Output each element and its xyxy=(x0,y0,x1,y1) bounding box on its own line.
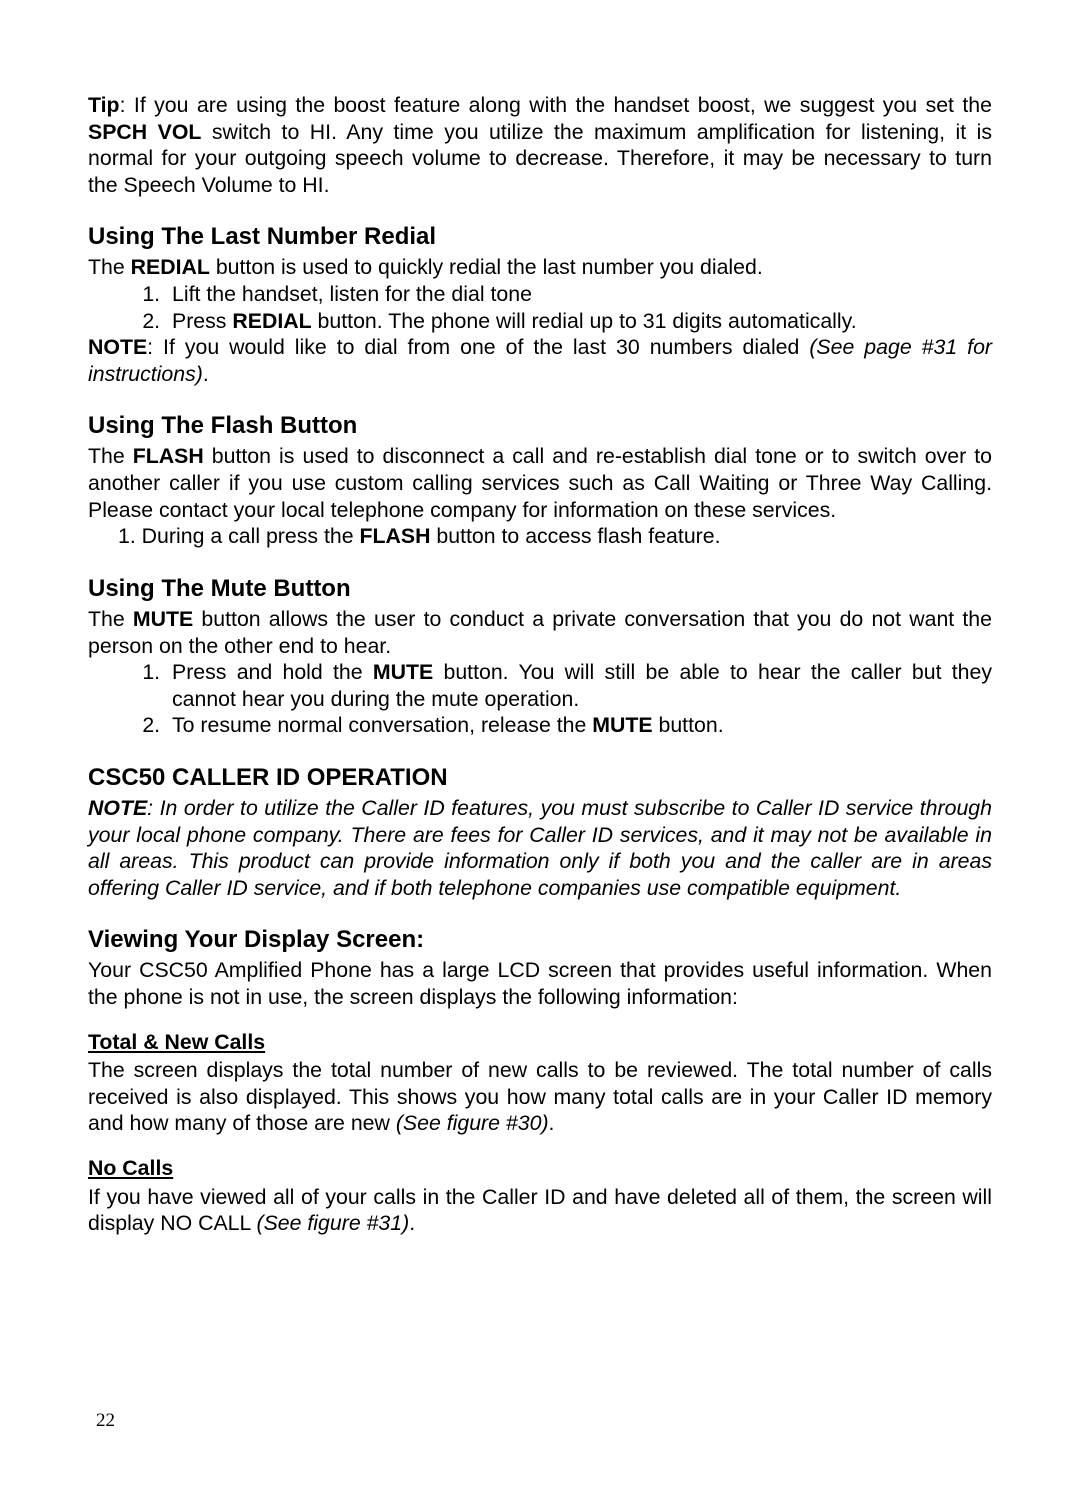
mute-li1-pre: Press and hold the xyxy=(172,660,373,684)
redial-li1: Lift the handset, listen for the dial to… xyxy=(166,281,992,308)
redial-li2-pre: Press xyxy=(172,309,232,333)
redial-paragraph: The REDIAL button is used to quickly red… xyxy=(88,254,992,281)
redial-li2-post: button. The phone will redial up to 31 d… xyxy=(312,309,857,333)
redial-p-bold: REDIAL xyxy=(131,255,210,279)
spch-vol-label: SPCH VOL xyxy=(88,120,201,144)
heading-cid: CSC50 CALLER ID OPERATION xyxy=(88,763,992,793)
tip-text-pre: : If you are using the boost feature alo… xyxy=(120,93,992,117)
subheading-totalnew: Total & New Calls xyxy=(88,1029,992,1056)
mute-list: Press and hold the MUTE button. You will… xyxy=(88,659,992,739)
tip-text-post: switch to HI. Any time you utilize the m… xyxy=(88,120,992,197)
tip-label: Tip xyxy=(88,93,120,117)
subheading-nocalls: No Calls xyxy=(88,1155,992,1182)
redial-li2-bold: REDIAL xyxy=(232,309,311,333)
nocalls-paragraph: If you have viewed all of your calls in … xyxy=(88,1184,992,1237)
nocalls-p-text: If you have viewed all of your calls in … xyxy=(88,1185,992,1236)
mute-p-pre: The xyxy=(88,607,133,631)
heading-flash: Using The Flash Button xyxy=(88,411,992,441)
redial-note-label: NOTE xyxy=(88,335,147,359)
mute-p-bold: MUTE xyxy=(133,607,193,631)
flash-paragraph: The FLASH button is used to disconnect a… xyxy=(88,443,992,523)
flash-li1: 1. During a call press the FLASH button … xyxy=(88,523,992,550)
cid-note-text: : In order to utilize the Caller ID feat… xyxy=(88,796,992,900)
mute-li2-bold: MUTE xyxy=(592,713,652,737)
flash-p-post: button is used to disconnect a call and … xyxy=(88,444,992,521)
redial-list: Lift the handset, listen for the dial to… xyxy=(88,281,992,334)
flash-p-bold: FLASH xyxy=(133,444,204,468)
heading-view: Viewing Your Display Screen: xyxy=(88,925,992,955)
page-number: 22 xyxy=(96,1409,115,1433)
redial-p-post: button is used to quickly redial the las… xyxy=(210,255,763,279)
view-paragraph: Your CSC50 Amplified Phone has a large L… xyxy=(88,957,992,1010)
flash-li1-post: button to access flash feature. xyxy=(430,524,720,548)
nocalls-p-italic: (See figure #31) xyxy=(256,1211,409,1235)
flash-p-pre: The xyxy=(88,444,133,468)
tip-paragraph: Tip: If you are using the boost feature … xyxy=(88,92,992,198)
redial-li2: Press REDIAL button. The phone will redi… xyxy=(166,308,992,335)
redial-note-end: . xyxy=(203,362,209,386)
totalnew-p-end: . xyxy=(549,1111,555,1135)
mute-li2: To resume normal conversation, release t… xyxy=(166,712,992,739)
mute-p-post: button allows the user to conduct a priv… xyxy=(88,607,992,658)
cid-note: NOTE: In order to utilize the Caller ID … xyxy=(88,795,992,901)
redial-note: NOTE: If you would like to dial from one… xyxy=(88,334,992,387)
redial-p-pre: The xyxy=(88,255,131,279)
heading-redial: Using The Last Number Redial xyxy=(88,222,992,252)
redial-note-text: : If you would like to dial from one of … xyxy=(147,335,809,359)
mute-li1-bold: MUTE xyxy=(373,660,433,684)
nocalls-p-end: . xyxy=(409,1211,415,1235)
flash-li1-pre: 1. During a call press the xyxy=(118,524,359,548)
heading-mute: Using The Mute Button xyxy=(88,574,992,604)
totalnew-p-italic: (See figure #30) xyxy=(396,1111,549,1135)
cid-note-label: NOTE xyxy=(88,796,147,820)
mute-li2-post: button. xyxy=(653,713,724,737)
mute-li1: Press and hold the MUTE button. You will… xyxy=(166,659,992,712)
totalnew-paragraph: The screen displays the total number of … xyxy=(88,1057,992,1137)
mute-li2-pre: To resume normal conversation, release t… xyxy=(172,713,592,737)
flash-li1-bold: FLASH xyxy=(359,524,430,548)
mute-paragraph: The MUTE button allows the user to condu… xyxy=(88,606,992,659)
